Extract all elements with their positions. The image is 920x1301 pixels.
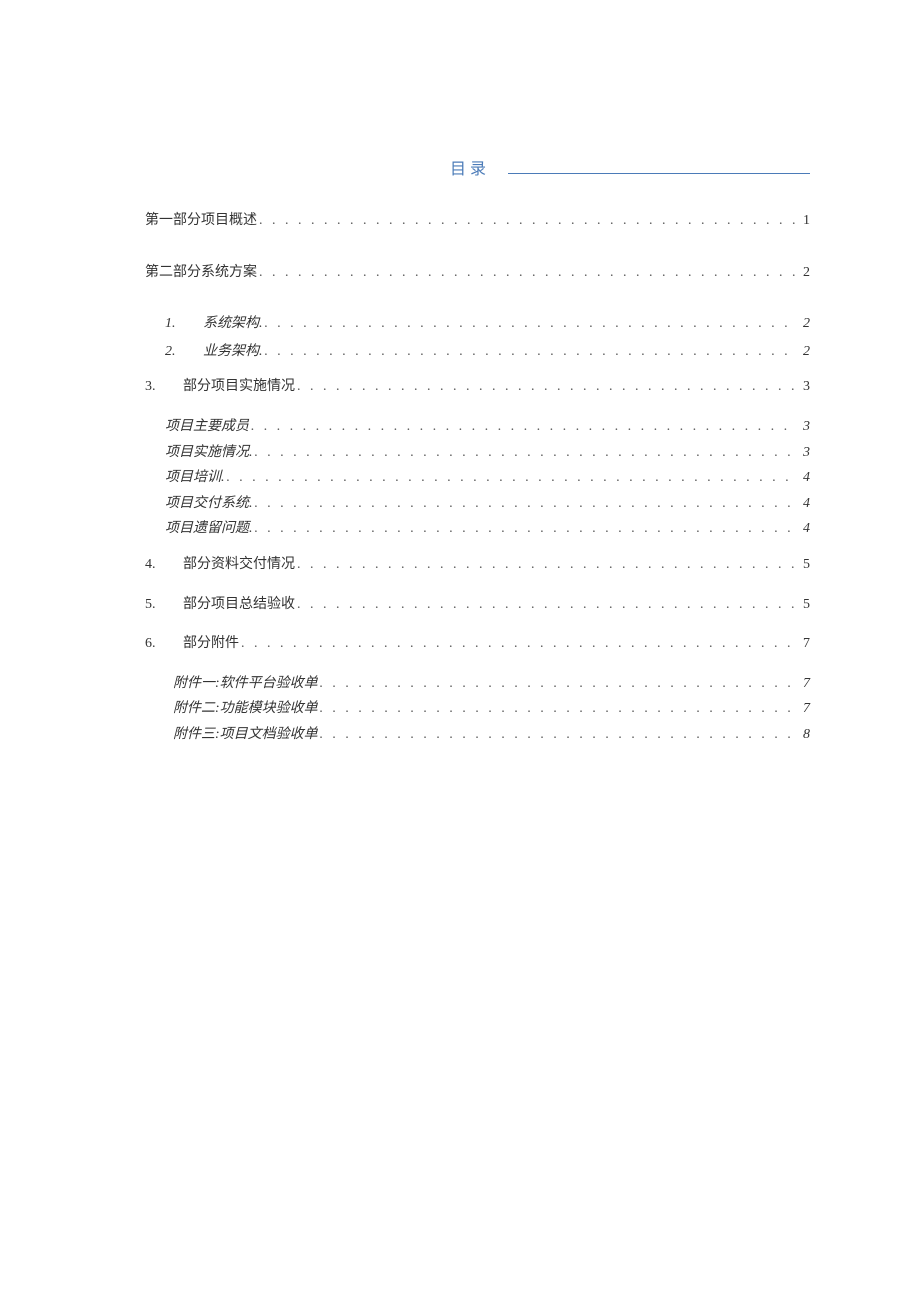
toc-leader-dots: . . . . . . . . . . . . . . . . . . . . …	[320, 725, 796, 742]
toc-entry: 项目交付系统.. . . . . . . . . . . . . . . . .…	[145, 494, 810, 514]
toc-entry-label: 附件一:软件平台验收单	[173, 674, 318, 694]
toc-page-number: 7	[798, 699, 810, 719]
toc-page-number: 4	[798, 519, 810, 539]
title-underline	[508, 158, 810, 174]
toc-body: 第一部分项目概述. . . . . . . . . . . . . . . . …	[145, 211, 810, 745]
toc-page-number: 1	[798, 211, 810, 231]
toc-page-number: 3	[798, 443, 810, 463]
toc-page-number: 7	[798, 634, 810, 654]
toc-entry-label: 附件三:项目文档验收单	[173, 725, 318, 745]
toc-title: 目录	[450, 155, 490, 179]
toc-page-number: 3	[798, 377, 810, 397]
toc-entry: 附件二:功能模块验收单. . . . . . . . . . . . . . .…	[145, 699, 810, 719]
toc-page-number: 3	[798, 417, 810, 437]
toc-entry: 附件三:项目文档验收单. . . . . . . . . . . . . . .…	[145, 725, 810, 745]
toc-leader-dots: . . . . . . . . . . . . . . . . . . . . …	[241, 634, 796, 651]
toc-leader-dots: . . . . . . . . . . . . . . . . . . . . …	[320, 674, 796, 691]
toc-entry-label: 项目交付系统.	[165, 494, 253, 514]
toc-entry: 3.部分项目实施情况. . . . . . . . . . . . . . . …	[145, 377, 810, 397]
toc-leader-dots: . . . . . . . . . . . . . . . . . . . . …	[255, 519, 797, 536]
toc-entry-label: 项目实施情况.	[165, 443, 253, 463]
toc-leader-dots: . . . . . . . . . . . . . . . . . . . . …	[297, 555, 796, 572]
toc-entry-number: 2.	[165, 342, 203, 362]
toc-entry: 6.部分附件. . . . . . . . . . . . . . . . . …	[145, 634, 810, 654]
toc-entry: 5.部分项目总结验收. . . . . . . . . . . . . . . …	[145, 595, 810, 615]
toc-page-number: 4	[798, 494, 810, 514]
toc-entry-number: 3.	[145, 377, 183, 397]
toc-page-number: 2	[798, 263, 810, 283]
toc-entry: 附件一:软件平台验收单. . . . . . . . . . . . . . .…	[145, 674, 810, 694]
toc-page-number: 5	[798, 555, 810, 575]
toc-entry: 4.部分资料交付情况. . . . . . . . . . . . . . . …	[145, 555, 810, 575]
toc-page-number: 2	[798, 314, 810, 334]
toc-entry-label: 项目遗留问题.	[165, 519, 253, 539]
toc-page-number: 5	[798, 595, 810, 615]
toc-entry: 项目实施情况.. . . . . . . . . . . . . . . . .…	[145, 443, 810, 463]
toc-page-number: 2	[798, 342, 810, 362]
toc-leader-dots: . . . . . . . . . . . . . . . . . . . . …	[259, 263, 796, 280]
toc-entry-label: 业务架构.	[203, 342, 263, 362]
toc-page-number: 8	[798, 725, 810, 745]
toc-entry-label: 项目培训.	[165, 468, 225, 488]
toc-entry-label: 第二部分系统方案	[145, 263, 257, 283]
toc-leader-dots: . . . . . . . . . . . . . . . . . . . . …	[297, 377, 796, 394]
toc-leader-dots: . . . . . . . . . . . . . . . . . . . . …	[251, 417, 796, 434]
toc-entry-label: 部分项目总结验收	[183, 595, 295, 615]
toc-leader-dots: . . . . . . . . . . . . . . . . . . . . …	[255, 494, 797, 511]
toc-leader-dots: . . . . . . . . . . . . . . . . . . . . …	[265, 314, 797, 331]
document-page: 目录 第一部分项目概述. . . . . . . . . . . . . . .…	[0, 0, 920, 745]
toc-entry-number: 1.	[165, 314, 203, 334]
title-row: 目录	[145, 155, 810, 179]
toc-leader-dots: . . . . . . . . . . . . . . . . . . . . …	[255, 443, 797, 460]
toc-entry-label: 项目主要成员	[165, 417, 249, 437]
toc-entry: 2.业务架构.. . . . . . . . . . . . . . . . .…	[145, 342, 810, 362]
toc-entry-label: 附件二:功能模块验收单	[173, 699, 318, 719]
toc-entry: 项目培训.. . . . . . . . . . . . . . . . . .…	[145, 468, 810, 488]
toc-entry-label: 部分附件	[183, 634, 239, 654]
toc-entry-number: 6.	[145, 634, 183, 654]
toc-leader-dots: . . . . . . . . . . . . . . . . . . . . …	[320, 699, 796, 716]
toc-page-number: 7	[798, 674, 810, 694]
toc-entry: 第二部分系统方案. . . . . . . . . . . . . . . . …	[145, 263, 810, 283]
toc-leader-dots: . . . . . . . . . . . . . . . . . . . . …	[227, 468, 797, 485]
toc-entry-label: 第一部分项目概述	[145, 211, 257, 231]
toc-entry: 项目遗留问题.. . . . . . . . . . . . . . . . .…	[145, 519, 810, 539]
toc-leader-dots: . . . . . . . . . . . . . . . . . . . . …	[265, 342, 797, 359]
toc-entry-label: 系统架构.	[203, 314, 263, 334]
toc-entry-number: 5.	[145, 595, 183, 615]
toc-entry-label: 部分项目实施情况	[183, 377, 295, 397]
toc-entry: 1.系统架构.. . . . . . . . . . . . . . . . .…	[145, 314, 810, 334]
toc-entry-number: 4.	[145, 555, 183, 575]
toc-entry: 第一部分项目概述. . . . . . . . . . . . . . . . …	[145, 211, 810, 231]
toc-leader-dots: . . . . . . . . . . . . . . . . . . . . …	[259, 211, 796, 228]
toc-leader-dots: . . . . . . . . . . . . . . . . . . . . …	[297, 595, 796, 612]
toc-entry: 项目主要成员. . . . . . . . . . . . . . . . . …	[145, 417, 810, 437]
toc-entry-label: 部分资料交付情况	[183, 555, 295, 575]
toc-page-number: 4	[798, 468, 810, 488]
